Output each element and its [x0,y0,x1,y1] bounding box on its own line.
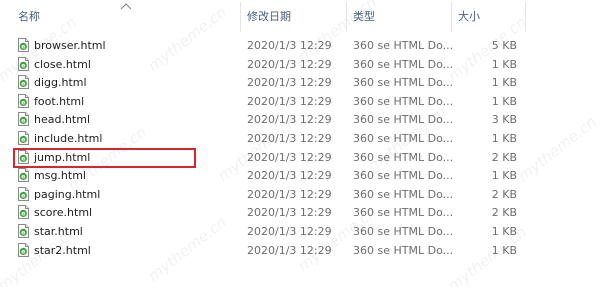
file-row[interactable]: e msg.html 2020/1/3 12:29 360 se HTML Do...… [0,166,604,185]
html-document-icon: e [18,112,29,127]
file-size: 1 KB [491,94,517,108]
file-modified-date: 2020/1/3 12:29 [247,131,332,145]
file-row[interactable]: e include.html 2020/1/3 12:29 360 se HTML D… [0,129,604,148]
file-row[interactable]: e foot.html 2020/1/3 12:29 360 se HTML Do..… [0,92,604,111]
file-row[interactable]: e star.html 2020/1/3 12:29 360 se HTML Do..… [0,222,604,241]
column-header-bar: 名称 修改日期 类型 大小 [0,0,604,32]
file-modified-date: 2020/1/3 12:29 [247,113,332,127]
svg-text:e: e [21,230,25,237]
file-name[interactable]: close.html [34,55,91,73]
file-modified-date: 2020/1/3 12:29 [247,57,332,71]
file-size: 1 KB [491,57,517,71]
file-size: 1 KB [491,224,517,238]
html-document-icon: e [18,56,29,71]
svg-text:e: e [21,192,25,199]
sort-up-icon[interactable] [119,2,133,10]
file-name[interactable]: head.html [34,110,90,128]
file-size: 1 KB [491,131,517,145]
file-type: 360 se HTML Do... [353,76,454,90]
file-type: 360 se HTML Do... [353,169,454,183]
svg-text:e: e [21,211,25,218]
file-modified-date: 2020/1/3 12:29 [247,224,332,238]
file-row[interactable]: e score.html 2020/1/3 12:29 360 se HTML Do.… [0,203,604,222]
file-size: 2 KB [491,187,517,201]
file-type: 360 se HTML Do... [353,206,454,220]
file-type: 360 se HTML Do... [353,39,454,52]
column-header-size[interactable]: 大小 [458,0,480,30]
html-document-icon: e [18,168,29,183]
file-type: 360 se HTML Do... [353,113,454,127]
file-name[interactable]: star.html [34,222,83,240]
column-divider[interactable] [240,2,241,32]
file-type: 360 se HTML Do... [353,94,454,108]
file-size: 2 KB [491,206,517,220]
file-row[interactable]: e browser.html 2020/1/3 12:29 360 se HTML D… [0,36,604,55]
file-name[interactable]: digg.html [34,73,87,91]
file-name[interactable]: jump.html [34,148,90,166]
file-size: 1 KB [491,76,517,90]
html-document-icon: e [18,186,29,201]
file-row[interactable]: e jump.html 2020/1/3 12:29 360 se HTML Do..… [0,148,604,167]
file-row[interactable]: e head.html 2020/1/3 12:29 360 se HTML Do..… [0,110,604,129]
column-header-date[interactable]: 修改日期 [247,0,291,30]
svg-text:e: e [21,174,25,181]
file-modified-date: 2020/1/3 12:29 [247,39,332,52]
file-type: 360 se HTML Do... [353,150,454,164]
file-size: 2 KB [491,150,517,164]
svg-text:e: e [21,248,25,255]
column-header-type[interactable]: 类型 [353,0,375,30]
svg-text:e: e [21,44,25,51]
file-row[interactable]: e paging.html 2020/1/3 12:29 360 se HTML Do… [0,185,604,204]
file-name[interactable]: foot.html [34,92,84,110]
file-row[interactable]: e close.html 2020/1/3 12:29 360 se HTML Do.… [0,55,604,74]
file-type: 360 se HTML Do... [353,57,454,71]
html-document-icon: e [18,242,29,257]
file-name[interactable]: msg.html [34,166,86,184]
file-name[interactable]: browser.html [34,36,106,54]
file-name[interactable]: include.html [34,129,102,147]
html-document-icon: e [18,223,29,238]
file-size: 5 KB [491,39,517,52]
file-modified-date: 2020/1/3 12:29 [247,94,332,108]
file-size: 1 KB [491,243,517,257]
column-divider[interactable] [346,2,347,32]
html-document-icon: e [18,149,29,164]
file-modified-date: 2020/1/3 12:29 [247,169,332,183]
file-row[interactable]: e star2.html 2020/1/3 12:29 360 se HTML Do.… [0,241,604,260]
column-divider[interactable] [451,2,452,32]
file-size: 3 KB [491,113,517,127]
html-document-icon: e [18,93,29,108]
svg-text:e: e [21,137,25,144]
file-explorer: mytheme.cn mytheme.cn mytheme.cn mytheme.cn… [0,0,604,287]
file-name[interactable]: score.html [34,203,92,221]
column-header-name[interactable]: 名称 [18,0,40,30]
file-type: 360 se HTML Do... [353,187,454,201]
file-name[interactable]: star2.html [34,241,91,259]
svg-text:e: e [21,62,25,69]
file-modified-date: 2020/1/3 12:29 [247,243,332,257]
file-modified-date: 2020/1/3 12:29 [247,187,332,201]
file-modified-date: 2020/1/3 12:29 [247,206,332,220]
html-document-icon: e [18,75,29,90]
html-document-icon: e [18,130,29,145]
svg-text:e: e [21,81,25,88]
svg-text:e: e [21,99,25,106]
column-divider[interactable] [525,2,526,32]
html-document-icon: e [18,38,29,52]
file-row[interactable]: e digg.html 2020/1/3 12:29 360 se HTML Do..… [0,73,604,92]
file-list: e browser.html 2020/1/3 12:29 360 se HTML D… [0,36,604,259]
file-type: 360 se HTML Do... [353,131,454,145]
file-type: 360 se HTML Do... [353,224,454,238]
svg-text:e: e [21,155,25,162]
html-document-icon: e [18,205,29,220]
file-size: 1 KB [491,169,517,183]
file-modified-date: 2020/1/3 12:29 [247,150,332,164]
file-name[interactable]: paging.html [34,185,100,203]
svg-text:e: e [21,118,25,125]
file-type: 360 se HTML Do... [353,243,454,257]
file-modified-date: 2020/1/3 12:29 [247,76,332,90]
